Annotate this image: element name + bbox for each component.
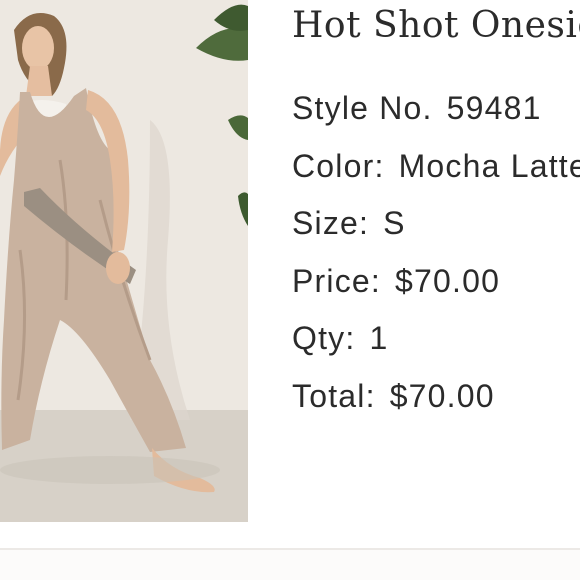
product-details: Hot Shot Onesie Style No. 59481 Color: Moc…	[292, 0, 580, 540]
style-number-label: Style No.	[292, 90, 433, 126]
quantity-label: Qty:	[292, 320, 356, 356]
style-number-value: 59481	[446, 90, 542, 126]
product-image[interactable]	[0, 0, 248, 522]
color-line: Color: Mocha Latte	[292, 146, 580, 186]
price-line: Price: $70.00	[292, 261, 500, 301]
price-value: $70.00	[395, 263, 501, 299]
total-value: $70.00	[389, 378, 495, 414]
product-summary-page: Hot Shot Onesie Style No. 59481 Color: Moc…	[0, 0, 580, 580]
price-label: Price:	[292, 263, 381, 299]
bottom-area	[0, 550, 580, 580]
size-line: Size: S	[292, 203, 406, 243]
size-label: Size:	[292, 205, 370, 241]
total-line: Total: $70.00	[292, 376, 495, 416]
color-label: Color:	[292, 148, 385, 184]
product-title: Hot Shot Onesie	[292, 5, 580, 46]
color-value: Mocha Latte	[398, 148, 580, 184]
total-label: Total:	[292, 378, 376, 414]
quantity-line: Qty: 1	[292, 318, 388, 358]
model-photo-illustration	[0, 0, 248, 522]
quantity-value: 1	[369, 320, 389, 356]
style-number-line: Style No. 59481	[292, 88, 542, 128]
size-value: S	[383, 205, 406, 241]
